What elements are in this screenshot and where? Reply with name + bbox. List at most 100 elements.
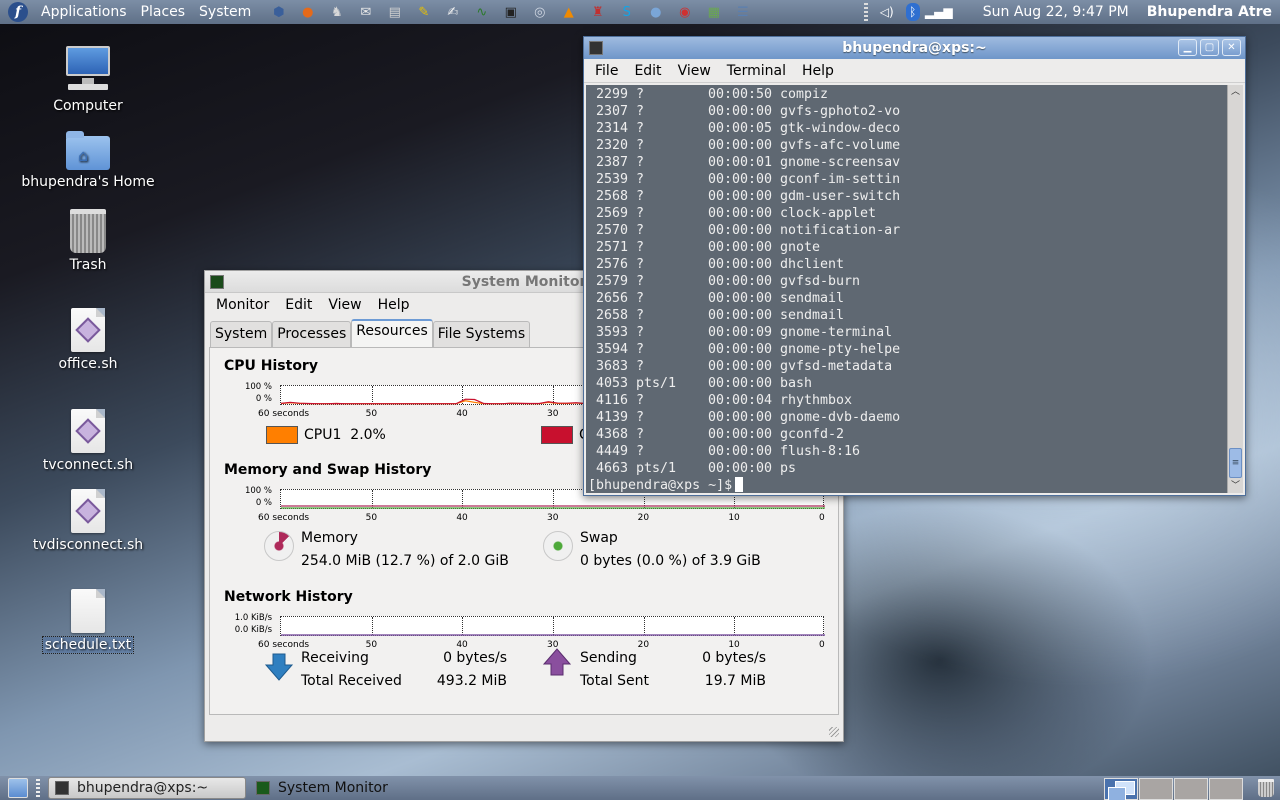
menu-view[interactable]: View [670,63,719,79]
resize-grip[interactable] [829,727,839,737]
volume-icon[interactable]: ◁) [878,3,896,21]
x-tick-label: 30 [547,409,559,419]
joystick-icon[interactable]: ♜ [587,2,609,22]
desktop-icon-schedule-txt[interactable]: schedule.txt [13,589,163,654]
virtualbox-icon[interactable]: ⬢ [268,2,290,22]
menu-monitor[interactable]: Monitor [208,297,277,313]
process-row: 2576? 00:00:00 dhclient [596,256,1243,273]
process-cmd: gvfsd-metadata [780,359,893,374]
tab-processes[interactable]: Processes [272,321,352,347]
tab-resources[interactable]: Resources [351,319,433,347]
spreadsheet-icon[interactable]: ▦ [703,2,725,22]
memory-pie-icon[interactable] [264,531,294,561]
user-name[interactable]: Bhupendra Atre [1147,4,1272,20]
menu-edit[interactable]: Edit [626,63,669,79]
menu-help[interactable]: Help [794,63,842,79]
dvd-burner-icon[interactable]: ◉ [674,2,696,22]
process-pid: 4449 [596,444,629,459]
process-time: 00:00:00 [708,410,773,425]
menu-terminal[interactable]: Terminal [719,63,794,79]
process-pid: 2658 [596,308,629,323]
process-pid: 2570 [596,223,629,238]
prompt: [bhupendra@xps ~]$ [588,478,733,493]
tab-system[interactable]: System [210,321,273,347]
cpu2-color-swatch[interactable] [541,426,573,444]
desktop-icon-trash[interactable]: Trash [13,209,163,273]
presentation-icon[interactable]: ☰ [732,2,754,22]
terminal-prompt-line[interactable]: [bhupendra@xps ~]$ [586,477,1243,493]
terminal-app-icon[interactable] [589,41,603,55]
menu-view[interactable]: View [320,297,369,313]
pidgin-icon[interactable]: ● [645,2,667,22]
cpu1-color-swatch[interactable] [266,426,298,444]
clock[interactable]: Sun Aug 22, 9:47 PM [983,4,1129,20]
process-time: 00:00:00 [708,257,773,272]
fedora-logo-icon[interactable]: f [8,2,28,22]
workspace-4[interactable] [1209,778,1243,800]
process-cmd: flush-8:16 [780,444,861,459]
menu-edit[interactable]: Edit [277,297,320,313]
terminal-output[interactable]: 2299? 00:00:50 compiz 2307? 00:00:00 gvfs-gph… [586,85,1243,493]
menu-file[interactable]: File [587,63,626,79]
sticky-notes-icon[interactable]: ✎ [413,2,435,22]
process-time: 00:00:00 [708,189,773,204]
chess-icon[interactable]: ♞ [326,2,348,22]
process-tty: ? [636,189,645,204]
system-monitor-app-icon[interactable] [210,274,224,289]
swap-pie-icon[interactable] [543,531,573,561]
desktop-icon-label: tvconnect.sh [42,457,134,473]
scroll-down-arrow-icon[interactable]: ﹀ [1228,479,1243,493]
window-title: bhupendra@xps:~ [842,40,987,56]
scrollbar-thumb[interactable]: ≡ [1229,448,1242,478]
text-editor-icon[interactable]: ✍ [442,2,464,22]
bluetooth-icon[interactable]: ᛒ [905,3,920,21]
maximize-button[interactable]: ▢ [1200,39,1219,56]
workspace-2[interactable] [1139,778,1173,800]
desktop-icon-home[interactable]: ⌂ bhupendra's Home [13,130,163,190]
desktop-icon-tvconnect-sh[interactable]: tvconnect.sh [13,409,163,473]
sound-recorder-icon[interactable]: ◎ [529,2,551,22]
x-tick-label: 50 [365,513,378,523]
memory-history-title: Memory and Swap History [224,462,432,478]
menu-applications[interactable]: Applications [34,4,134,20]
desktop-icon-tvdisconnect-sh[interactable]: tvdisconnect.sh [13,489,163,553]
skype-icon[interactable]: S [616,2,638,22]
close-button[interactable]: ✕ [1222,39,1241,56]
x-tick-label: 40 [456,640,468,650]
process-cmd: sendmail [780,308,845,323]
process-tty: pts/1 [636,376,677,391]
receive-arrow-icon[interactable] [264,652,294,682]
desktop-icon-label: Trash [69,257,107,273]
vlc-icon[interactable]: ▲ [558,2,580,22]
terminal-icon[interactable]: ▣ [500,2,522,22]
menu-help[interactable]: Help [370,297,418,313]
menu-system[interactable]: System [192,4,258,20]
desktop-icon-office-sh[interactable]: office.sh [13,308,163,372]
send-arrow-icon[interactable] [542,647,572,677]
panel-grip[interactable] [36,779,40,797]
process-time: 00:00:00 [708,240,773,255]
mail-clock-icon[interactable]: ✉ [355,2,377,22]
trash-applet-icon[interactable] [1258,779,1274,797]
network-signal-icon[interactable]: ▂▄▆ [925,3,953,21]
minimize-button[interactable]: ▁ [1178,39,1197,56]
process-cmd: clock-applet [780,206,877,221]
cpu1-legend: CPU1 2.0% [304,427,386,443]
process-cmd: gconf-im-settin [780,172,901,187]
desktop-icon-computer[interactable]: Computer [13,44,163,114]
firefox-icon[interactable]: ● [297,2,319,22]
taskbar-item-terminal[interactable]: bhupendra@xps:~ [48,777,246,799]
show-desktop-icon[interactable] [8,778,28,798]
terminal-titlebar[interactable]: bhupendra@xps:~ ▁ ▢ ✕ [584,37,1245,59]
workspace-1[interactable] [1104,778,1138,800]
tab-file-systems[interactable]: File Systems [432,321,531,347]
taskbar-item-system-monitor[interactable]: System Monitor [250,777,394,799]
script-file-icon [71,308,105,352]
terminal-scrollbar[interactable]: ︿ ≡ ﹀ [1227,85,1243,493]
system-monitor-icon[interactable]: ∿ [471,2,493,22]
printer-icon[interactable]: ▤ [384,2,406,22]
workspace-3[interactable] [1174,778,1208,800]
scroll-up-arrow-icon[interactable]: ︿ [1228,85,1243,99]
menu-places[interactable]: Places [134,4,193,20]
receiving-value: 0 bytes/s [443,650,507,666]
